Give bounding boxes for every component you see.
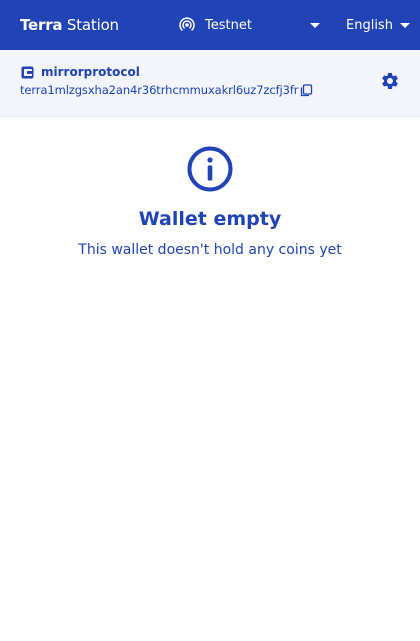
language-selector[interactable]: English: [346, 13, 410, 37]
app-logo[interactable]: Terra Station: [20, 15, 119, 35]
wallet-icon: [21, 66, 34, 79]
wallet-header: mirrorprotocol terra1mlzgsxha2an4r36trhc…: [0, 50, 420, 117]
broadcast-icon: [178, 16, 196, 34]
network-label: Testnet: [205, 17, 252, 33]
settings-button[interactable]: [380, 71, 400, 91]
info-icon: [187, 146, 233, 192]
empty-state: Wallet empty This wallet doesn't hold an…: [0, 146, 420, 258]
brand-name-bold: Terra: [20, 16, 63, 34]
gear-icon: [380, 73, 400, 95]
empty-state-description: This wallet doesn't hold any coins yet: [78, 242, 342, 258]
language-label: English: [346, 17, 393, 33]
network-selector[interactable]: Testnet: [178, 13, 320, 37]
brand-name-light: Station: [66, 16, 119, 34]
wallet-address: terra1mlzgsxha2an4r36trhcmmuxakrl6uz7zcf…: [20, 83, 299, 97]
empty-state-title: Wallet empty: [138, 208, 282, 230]
top-navigation-bar: Terra Station Testnet English: [0, 0, 420, 50]
wallet-name-row: mirrorprotocol: [21, 65, 140, 79]
chevron-down-icon: [399, 22, 410, 28]
wallet-address-row: terra1mlzgsxha2an4r36trhcmmuxakrl6uz7zcf…: [20, 83, 313, 97]
wallet-name: mirrorprotocol: [41, 65, 140, 79]
copy-icon[interactable]: [300, 83, 313, 97]
chevron-down-icon: [310, 22, 320, 28]
